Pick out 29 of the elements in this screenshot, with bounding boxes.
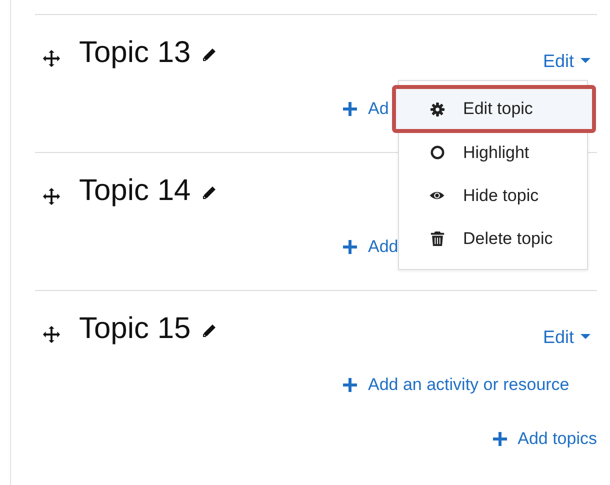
circle-icon xyxy=(430,145,444,160)
section-title: Topic 13 xyxy=(79,36,191,70)
gear-icon xyxy=(430,102,444,116)
menu-item[interactable]: Delete topic xyxy=(399,217,587,260)
edit-menu-link[interactable]: Edit xyxy=(542,326,591,348)
pencil-icon[interactable] xyxy=(200,47,217,63)
move-icon[interactable] xyxy=(42,48,61,68)
menu-item[interactable]: Hide topic xyxy=(399,174,587,217)
plus-icon xyxy=(343,240,357,254)
move-icon[interactable] xyxy=(42,324,61,344)
caret-icon xyxy=(580,58,591,64)
menu-item[interactable]: Highlight xyxy=(399,131,587,174)
edit-menu-link[interactable]: Edit xyxy=(542,50,591,72)
plus-icon xyxy=(343,378,357,392)
section-title: Topic 15 xyxy=(79,312,191,346)
pencil-icon[interactable] xyxy=(200,185,217,201)
caret-icon xyxy=(580,334,591,340)
add-activity-link[interactable]: Add xyxy=(343,237,398,257)
menu-item[interactable]: Edit topic xyxy=(392,85,596,133)
pencil-icon[interactable] xyxy=(200,323,217,339)
add-activity-link[interactable]: Add an activity or resource xyxy=(343,375,570,395)
eye-icon xyxy=(429,189,445,202)
plus-icon xyxy=(343,102,357,116)
trash-icon xyxy=(430,231,444,246)
section-title: Topic 14 xyxy=(79,174,191,208)
move-icon[interactable] xyxy=(42,186,61,206)
add-activity-link[interactable]: Ad xyxy=(343,99,389,119)
add-topics-link[interactable]: Add topics xyxy=(492,429,597,449)
plus-icon xyxy=(492,432,507,446)
